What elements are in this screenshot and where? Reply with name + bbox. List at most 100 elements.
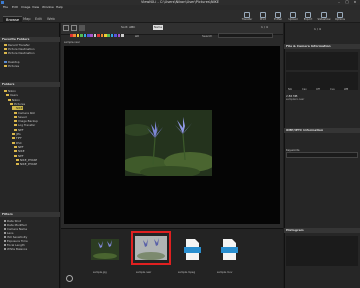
grid-view-icon[interactable]	[63, 25, 69, 31]
info-chart	[286, 52, 358, 70]
viewer-icon[interactable]	[79, 25, 85, 31]
folder-icon	[12, 107, 15, 110]
color-label-swatch[interactable]	[70, 34, 73, 37]
file-info-header[interactable]: File & Camera Information	[284, 44, 360, 49]
slideshow-button[interactable]: Slideshow	[316, 11, 332, 23]
thumb-photo	[91, 239, 119, 260]
folder-icon	[14, 120, 17, 123]
info-label: Off	[316, 88, 320, 91]
video-file-icon	[184, 239, 201, 260]
all-label: All	[135, 34, 139, 38]
folder-icon	[8, 98, 11, 101]
folder-icon	[16, 158, 19, 161]
folder-icon	[14, 154, 17, 157]
color-label-swatch[interactable]	[104, 34, 107, 37]
info-label: Can	[302, 88, 307, 91]
checkbox-icon[interactable]	[4, 248, 6, 250]
color-label-swatch[interactable]	[80, 34, 83, 37]
checkbox-icon[interactable]	[4, 232, 6, 234]
filter-select[interactable]: Name	[153, 25, 163, 30]
folders-header[interactable]: Folders	[0, 82, 60, 87]
folder-icon	[14, 115, 17, 118]
folder-icon	[4, 48, 7, 50]
preview-image	[125, 110, 212, 176]
filmstrip-view-icon[interactable]	[71, 25, 77, 31]
color-label-swatch[interactable]	[107, 34, 110, 37]
thumbnail-selected[interactable]	[131, 231, 171, 265]
filters-header[interactable]: Filters	[0, 212, 60, 217]
color-label-swatch[interactable]	[121, 34, 124, 37]
sort-select[interactable]: Sort: ABC	[121, 25, 135, 29]
folder-icon	[12, 133, 15, 135]
folder-icon	[4, 65, 7, 67]
color-label-swatch[interactable]	[100, 34, 104, 37]
favorites-header[interactable]: Favorite Folders	[0, 37, 60, 42]
histogram	[286, 236, 358, 266]
thumbnail-movie[interactable]	[215, 236, 243, 263]
folder-icon	[14, 111, 17, 114]
app-icon	[1, 1, 4, 4]
folder-icon	[4, 52, 7, 54]
options-button[interactable]: Options	[332, 11, 348, 23]
thumbnail-label: sample.jpg	[93, 271, 107, 274]
thumbnail-label: sample.mpeg	[178, 271, 196, 274]
checkbox-icon[interactable]	[4, 228, 6, 230]
color-label-swatch[interactable]	[114, 34, 117, 37]
folder-icon	[12, 137, 15, 140]
thumbnail-image[interactable]	[91, 236, 119, 263]
color-label-swatch[interactable]	[93, 34, 97, 37]
folder-icon	[14, 150, 17, 153]
checkbox-icon[interactable]	[4, 244, 6, 246]
color-label-swatch[interactable]	[83, 34, 87, 37]
print-button[interactable]: Print	[255, 11, 271, 23]
favorite-item[interactable]: Picture Destination	[4, 51, 35, 55]
color-label-swatch[interactable]	[90, 34, 93, 37]
info-label: WB	[344, 88, 349, 91]
upload-button[interactable]: Upload	[285, 11, 301, 23]
transfer-button[interactable]: Transfer	[239, 11, 255, 23]
info-label: Nik	[288, 88, 293, 91]
water-lily-photo	[125, 110, 212, 176]
file-subname: samplexx.nesr	[286, 98, 305, 101]
color-label-swatch[interactable]	[97, 34, 100, 37]
xmp-header[interactable]: XMP/IPTC Information	[284, 128, 360, 133]
info-label: Cus	[330, 88, 335, 91]
desktop-icon	[4, 61, 7, 63]
color-label-swatch[interactable]	[73, 34, 76, 37]
right-page-indicator: 1 / 4	[314, 27, 321, 31]
checkbox-icon[interactable]	[4, 224, 6, 226]
email-button[interactable]: E-Mail	[270, 11, 286, 23]
folder-icon	[12, 141, 15, 144]
folder-icon	[16, 163, 19, 166]
color-label-swatch[interactable]	[117, 34, 121, 37]
mode-bar: Browse Map Edit Web Transfer Print E-Mai…	[0, 10, 360, 23]
color-label-swatch[interactable]	[110, 34, 114, 37]
folder-icon	[6, 94, 9, 97]
checkbox-icon[interactable]	[4, 240, 6, 242]
thumbnail-video[interactable]	[178, 236, 206, 263]
checkbox-icon[interactable]	[4, 236, 6, 238]
page-indicator: 1 / 4	[261, 25, 268, 29]
search-label: Search	[202, 34, 213, 38]
thumbnail-label: sample.nesr	[136, 271, 152, 274]
search-input[interactable]	[218, 33, 273, 38]
keywords-input[interactable]	[286, 152, 358, 158]
folder-item[interactable]: NIKE_PHASE	[16, 162, 37, 166]
folder-icon	[10, 102, 13, 105]
folder-icon	[4, 44, 7, 46]
filter-item[interactable]: White Balance	[4, 247, 27, 251]
home-icon[interactable]	[66, 275, 73, 282]
tab-web[interactable]: Web	[44, 16, 58, 23]
histogram-header[interactable]: Histogram	[284, 228, 360, 233]
checkbox-icon[interactable]	[4, 220, 6, 222]
color-label-swatch[interactable]	[87, 34, 90, 37]
folder-icon	[14, 145, 17, 148]
shortcut-pictures[interactable]: Pictures	[4, 64, 19, 68]
thumb-photo	[135, 236, 167, 260]
thumbnail-label: sample.mov	[217, 271, 233, 274]
export-button[interactable]: Export	[300, 11, 316, 23]
color-label-swatch[interactable]	[76, 34, 80, 37]
movie-file-icon	[221, 239, 238, 260]
folder-icon	[14, 128, 17, 131]
folder-icon	[4, 90, 7, 92]
